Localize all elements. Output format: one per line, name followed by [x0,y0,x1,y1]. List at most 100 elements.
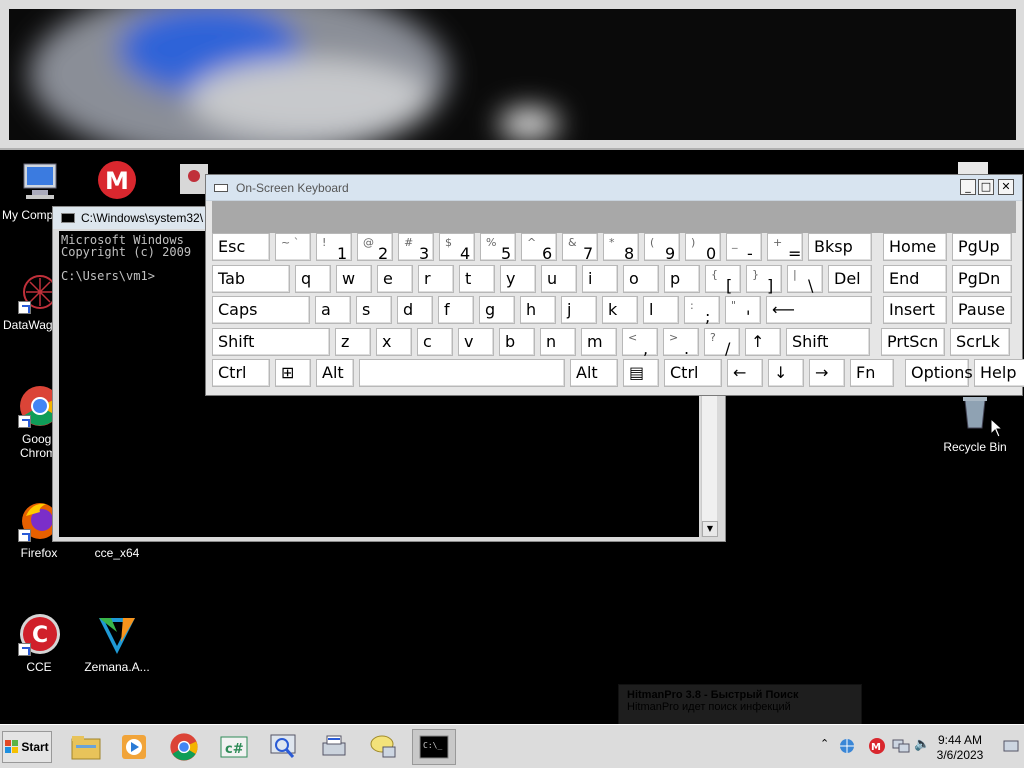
osk-key[interactable]: | \ [787,264,823,295]
osk-key[interactable]: c [417,327,453,356]
desktop-icon-zemana[interactable]: Zemana.A... [77,612,157,674]
osk-key[interactable]: ? / [704,327,740,358]
osk-key[interactable]: i [582,264,618,293]
osk-key[interactable]: v [458,327,494,356]
osk-key[interactable] [359,359,565,387]
show-desktop-icon[interactable] [1002,737,1020,755]
osk-key[interactable]: ScrLk [950,327,1010,356]
on-screen-keyboard-window[interactable]: On-Screen Keyboard _ □ ✕ Esc ~ `! 1 @2 #3 $4%… [205,174,1024,396]
osk-key[interactable]: Fn [850,359,894,387]
osk-key[interactable]: >. [663,327,699,358]
osk-key[interactable]: t [459,264,495,293]
desktop-icon-cce[interactable]: C CCE [0,612,80,674]
osk-title-bar[interactable]: On-Screen Keyboard [206,175,1022,201]
osk-key[interactable]: s [356,296,392,324]
osk-key[interactable]: ! 1 [316,233,352,263]
osk-key[interactable]: z [335,327,371,356]
osk-key[interactable]: r [418,264,454,293]
osk-key[interactable]: Shift [212,327,330,356]
taskbar-chrome[interactable] [162,729,206,765]
osk-key[interactable]: Pause [952,296,1012,324]
osk-key[interactable]: Del [828,264,872,293]
osk-key[interactable]: m [581,327,617,356]
osk-key[interactable]: Alt [316,359,354,387]
osk-key[interactable]: y [500,264,536,293]
mega-icon[interactable]: M [95,160,139,200]
osk-key[interactable]: p [664,264,700,293]
osk-key[interactable]: End [883,264,947,293]
osk-key[interactable]: n [540,327,576,356]
notification-toast[interactable]: HitmanPro 3.8 - Быстрый Поиск HitmanPro … [618,684,862,728]
osk-key[interactable]: → [809,359,845,387]
osk-key[interactable]: ▤ [623,359,659,387]
osk-key[interactable]: PgUp [952,233,1012,261]
close-button[interactable]: ✕ [998,179,1014,195]
osk-key[interactable]: Ctrl [212,359,270,387]
scroll-down-arrow-icon[interactable]: ▼ [702,521,718,537]
osk-key[interactable]: Shift [786,327,870,356]
osk-key[interactable]: g [479,296,515,324]
osk-key[interactable]: Alt [570,359,618,387]
osk-key[interactable]: Options [905,359,973,387]
osk-key[interactable]: PgDn [952,264,1012,293]
osk-key[interactable]: PrtScn [881,327,945,356]
osk-key[interactable]: #3 [398,233,434,263]
osk-key[interactable]: j [561,296,597,324]
osk-key[interactable]: Ctrl [664,359,722,387]
osk-key[interactable]: o [623,264,659,293]
osk-key[interactable]: ⊞ [275,359,311,387]
osk-key[interactable]: k [602,296,638,324]
osk-key[interactable]: x [376,327,412,356]
taskbar-search[interactable] [262,729,306,765]
osk-key[interactable]: :; [684,296,720,326]
osk-key[interactable]: {[ [705,264,741,295]
osk-key[interactable]: ) 0 [685,233,721,263]
osk-key[interactable]: u [541,264,577,293]
show-hidden-icons-button[interactable]: ⌃ [820,737,832,757]
osk-key[interactable]: $4 [439,233,475,263]
osk-key[interactable]: }] [746,264,782,295]
osk-key[interactable]: ⟵ [766,296,872,324]
osk-key[interactable]: Esc [212,233,270,261]
osk-key[interactable]: h [520,296,556,324]
minimize-button[interactable]: _ [960,179,976,195]
osk-key[interactable]: <, [622,327,658,358]
taskbar-media-player[interactable] [112,729,156,765]
start-button[interactable]: Start [2,731,52,763]
osk-key[interactable]: * 8 [603,233,639,263]
osk-key[interactable]: f [438,296,474,324]
taskbar-csharp[interactable]: c# [212,729,256,765]
osk-key[interactable]: e [377,264,413,293]
osk-key[interactable]: Caps [212,296,310,324]
osk-key[interactable]: _ - [726,233,762,263]
osk-key[interactable]: Insert [883,296,947,324]
osk-key[interactable]: Help [974,359,1024,387]
osk-key[interactable]: l [643,296,679,324]
osk-key[interactable]: ↑ [745,327,781,356]
taskbar-cmd[interactable]: C:\_ [412,729,456,765]
osk-key[interactable]: Tab [212,264,290,293]
maximize-button[interactable]: □ [978,179,994,195]
taskbar-explorer[interactable] [64,729,108,765]
mega-tray-icon[interactable]: M [868,737,886,755]
taskbar-chat[interactable] [362,729,406,765]
network-computers-icon[interactable] [892,737,910,755]
osk-key[interactable]: ^ 6 [521,233,557,263]
osk-key[interactable]: q [295,264,331,293]
osk-key[interactable]: (9 [644,233,680,263]
osk-key[interactable]: " ' [725,296,761,326]
osk-key[interactable]: Bksp [808,233,872,261]
osk-key[interactable]: a [315,296,351,324]
osk-key[interactable]: d [397,296,433,324]
osk-key[interactable]: ↓ [768,359,804,387]
system-clock[interactable]: 9:44 AM 3/6/2023 [930,733,990,763]
osk-key[interactable]: + = [767,233,803,263]
osk-key[interactable]: ← [727,359,763,387]
osk-key[interactable]: w [336,264,372,293]
osk-key[interactable]: b [499,327,535,356]
osk-key[interactable]: Home [883,233,947,261]
taskbar-printer[interactable] [312,729,356,765]
osk-key[interactable]: @2 [357,233,393,263]
osk-key[interactable]: & 7 [562,233,598,263]
network-icon[interactable] [838,737,856,755]
